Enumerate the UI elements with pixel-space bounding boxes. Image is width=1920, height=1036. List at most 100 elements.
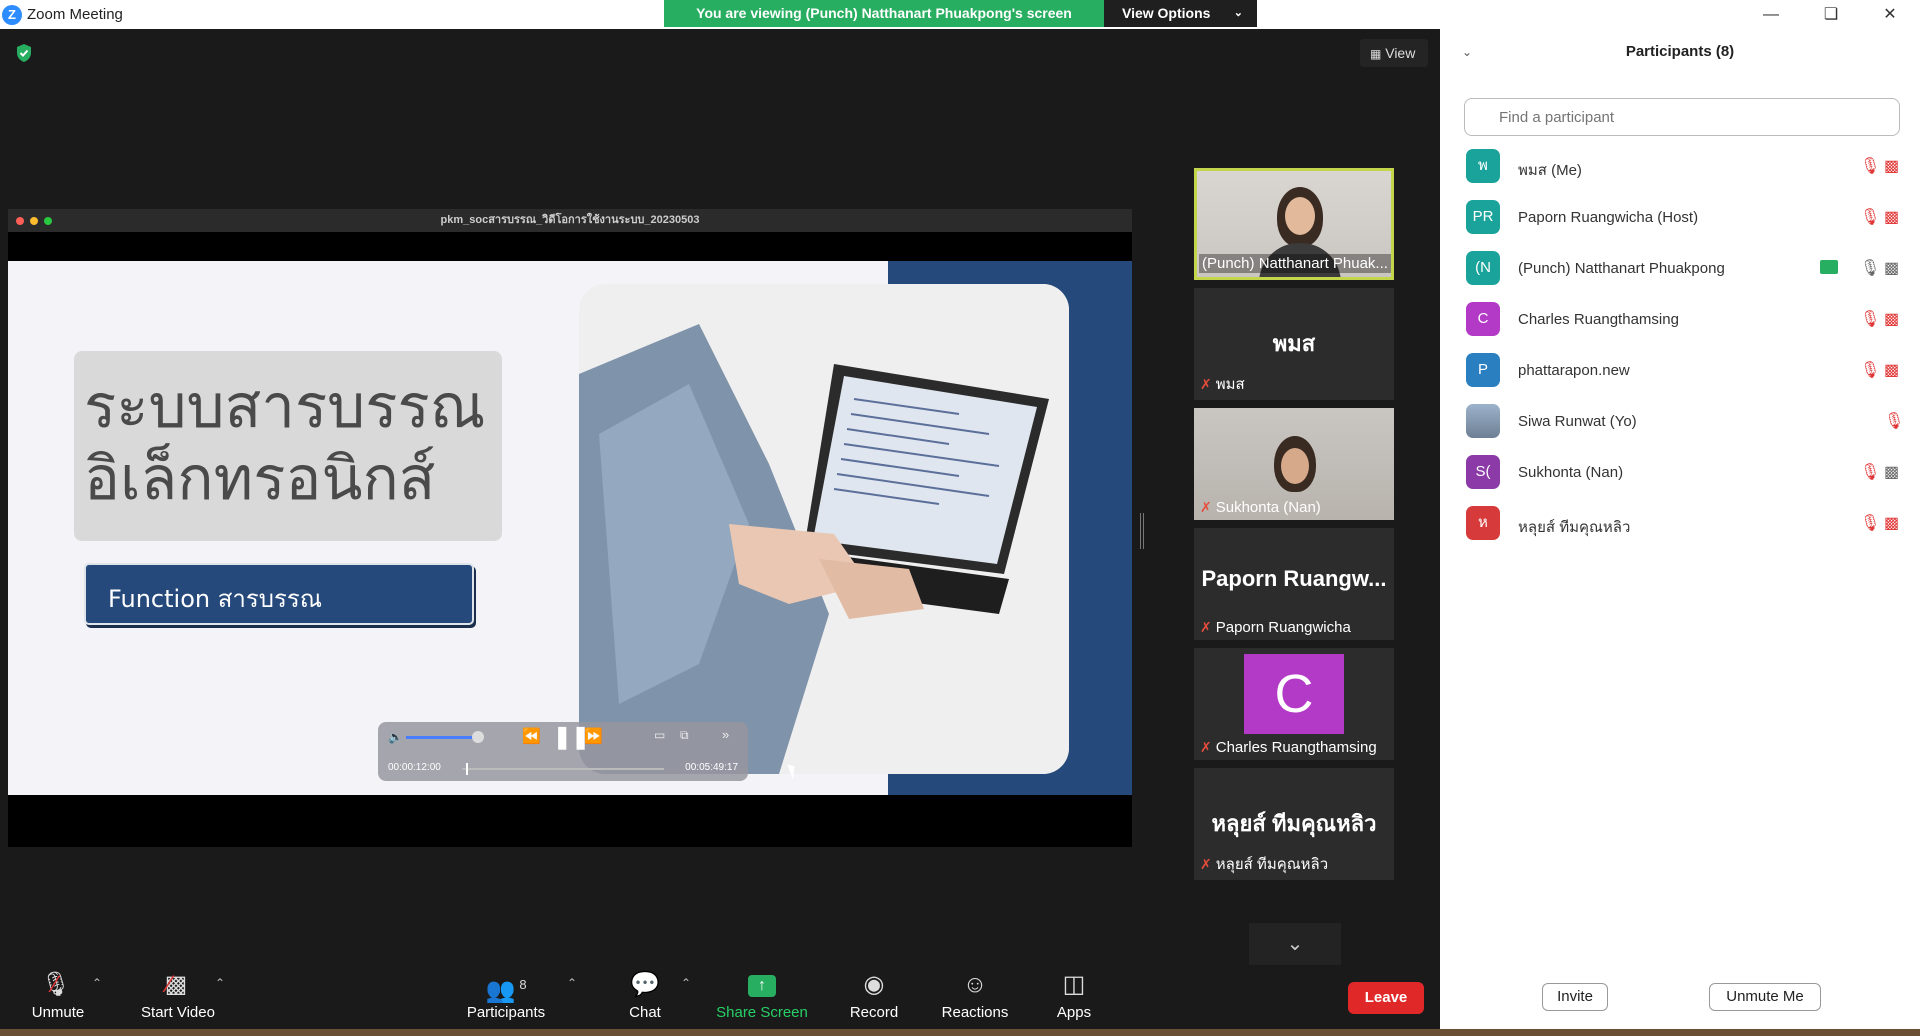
video-off-icon[interactable]: ▩ [1884,156,1899,176]
participant-avatar: PR [1466,200,1500,234]
apps-icon: ◫ [1062,971,1086,998]
security-shield-icon[interactable] [15,43,33,63]
tile-name-row: ✗ Sukhonta (Nan) [1200,499,1321,516]
minimize-button[interactable]: — [1741,0,1801,29]
tile-avatar: C [1244,654,1344,734]
participants-button[interactable]: 👥 8 Participants [460,966,552,1028]
invite-button[interactable]: Invite [1542,983,1608,1011]
os-taskbar [0,1029,1920,1036]
gallery-tile[interactable]: พมส ✗ พมส [1194,288,1394,400]
unmute-button[interactable]: 🎙∕ Unmute [20,966,96,1028]
participant-name: Sukhonta (Nan) [1518,464,1624,481]
resize-handle[interactable] [1140,513,1144,549]
gallery-tile[interactable]: ✗ Sukhonta (Nan) [1194,408,1394,520]
video-player-controls[interactable]: 🔈 ⏪ ❚❚ ⏩ ▭ ⧉ » 00:00:12:00 00:05:49:17 [378,722,748,781]
participant-face [1281,448,1309,484]
share-screen-button[interactable]: ↑ Share Screen [713,966,811,1028]
unmute-me-button[interactable]: Unmute Me [1709,983,1821,1011]
mic-muted-icon[interactable]: 🎙 [1860,513,1880,533]
player-elapsed-time: 00:00:12:00 [388,762,441,773]
participant-row[interactable]: PR Paporn Ruangwicha (Host) 🎙 ▩ [1466,196,1906,236]
video-icon[interactable]: ▩ [1884,462,1899,482]
gallery-tile[interactable]: หลุยส์ ทีมคุณหลิว ✗ หลุยส์ ทีมคุณหลิว [1194,768,1394,880]
shared-window-titlebar: pkm_socสารบรรณ_วิดีโอการใช้งานระบบ_20230… [8,209,1132,232]
gallery-tile[interactable]: C ✗ Charles Ruangthamsing [1194,648,1394,760]
restore-button[interactable]: ❏ [1801,0,1861,29]
participant-row[interactable]: P phattarapon.new 🎙 ▩ [1466,349,1906,389]
participant-avatar: P [1466,353,1500,387]
chevron-down-icon: ⌄ [1286,933,1304,955]
participant-avatar: S( [1466,455,1500,489]
video-options-caret-icon[interactable]: ⌃ [215,976,225,990]
participant-row[interactable]: Siwa Runwat (Yo) 🎙 [1466,400,1906,440]
video-off-icon[interactable]: ▩ [1884,207,1899,227]
mic-muted-icon: ✗ [1200,499,1212,515]
title-bar: Z Zoom Meeting You are viewing (Punch) N… [0,0,1920,29]
view-label: View [1385,45,1416,61]
mic-muted-icon: ✗ [1200,619,1212,635]
gallery-tile[interactable]: (Punch) Natthanart Phuak... [1194,168,1394,280]
tile-name: (Punch) Natthanart Phuak... [1199,254,1391,273]
participants-label: Participants [466,1004,546,1021]
view-button[interactable]: ▦ View [1360,39,1428,67]
chat-bubble-icon: 💬 [630,971,660,998]
reactions-label: Reactions [941,1004,1009,1021]
participant-row[interactable]: (N (Punch) Natthanart Phuakpong 🎙 ▩ [1466,247,1906,287]
leave-button[interactable]: Leave [1348,982,1424,1014]
rewind-icon[interactable]: ⏪ [522,727,541,745]
view-options-button[interactable]: View Options ⌄ [1104,0,1257,27]
slide-title: ระบบสารบรรณ อิเล็กทรอนิกส์ [84,371,485,515]
mic-muted-icon[interactable]: 🎙 [1860,309,1880,329]
pip-icon[interactable]: ⧉ [680,728,689,743]
close-button[interactable]: ✕ [1860,0,1920,29]
start-video-label: Start Video [141,1004,215,1021]
record-label: Record [849,1004,899,1021]
volume-knob[interactable] [472,731,484,743]
participant-avatar: พ [1466,149,1500,183]
video-off-icon[interactable]: ▩ [1884,513,1899,533]
volume-icon[interactable]: 🔈 [388,730,403,744]
participants-caret-icon[interactable]: ⌃ [567,976,577,990]
video-off-icon[interactable]: ▩ [1884,360,1899,380]
start-video-button[interactable]: ▩∕ Start Video [130,966,226,1028]
video-off-icon[interactable]: ▩ [1884,309,1899,329]
record-button[interactable]: ◉ Record [844,966,904,1028]
chevron-down-icon: ⌄ [1233,7,1243,19]
video-icon[interactable]: ▩ [1884,258,1899,278]
seek-handle[interactable] [466,763,468,775]
apps-button[interactable]: ◫ Apps [1052,966,1096,1028]
chat-button[interactable]: 💬 Chat [620,966,670,1028]
slide-function-label: Function สารบรรณ [108,585,323,613]
panel-title: Participants (8) [1625,43,1735,60]
mic-icon[interactable]: 🎙 [1860,258,1880,278]
audio-options-caret-icon[interactable]: ⌃ [92,976,102,990]
shared-screen[interactable]: pkm_socสารบรรณ_วิดีโอการใช้งานระบบ_20230… [8,209,1132,847]
more-icon[interactable]: » [722,727,729,742]
airplay-icon[interactable]: ▭ [654,728,665,742]
tile-display-name: พมส [1272,331,1316,356]
participant-name: Siwa Runwat (Yo) [1518,413,1637,430]
mic-muted-icon[interactable]: 🎙 [1860,156,1880,176]
tile-display-name: Paporn Ruangw... [1201,566,1387,591]
participant-avatar: (N [1466,251,1500,285]
mic-muted-icon[interactable]: 🎙 [1860,207,1880,227]
volume-slider[interactable] [406,736,476,739]
participant-row[interactable]: ห หลุยส์ ทีมคุณหลิว 🎙 ▩ [1466,502,1906,542]
gallery-scroll-down-button[interactable]: ⌄ [1249,923,1341,965]
gallery-tile[interactable]: Paporn Ruangw... ✗ Paporn Ruangwicha [1194,528,1394,640]
fast-forward-icon[interactable]: ⏩ [584,727,603,745]
participant-search-input[interactable] [1464,98,1900,136]
window-title: Zoom Meeting [27,6,123,23]
participant-row[interactable]: C Charles Ruangthamsing 🎙 ▩ [1466,298,1906,338]
unmute-label: Unmute [31,1004,85,1021]
participant-row[interactable]: S( Sukhonta (Nan) 🎙 ▩ [1466,451,1906,491]
participant-row[interactable]: พ พมส (Me) 🎙 ▩ [1466,145,1906,185]
seek-bar[interactable] [462,768,664,770]
participant-name: Charles Ruangthamsing [1518,311,1679,328]
reactions-button[interactable]: ☺ Reactions [935,966,1015,1028]
mic-muted-icon[interactable]: 🎙 [1860,462,1880,482]
chat-caret-icon[interactable]: ⌃ [681,976,691,990]
mic-muted-icon[interactable]: 🎙 [1860,360,1880,380]
mic-muted-icon[interactable]: 🎙 [1884,411,1904,431]
record-icon: ◉ [863,971,885,998]
